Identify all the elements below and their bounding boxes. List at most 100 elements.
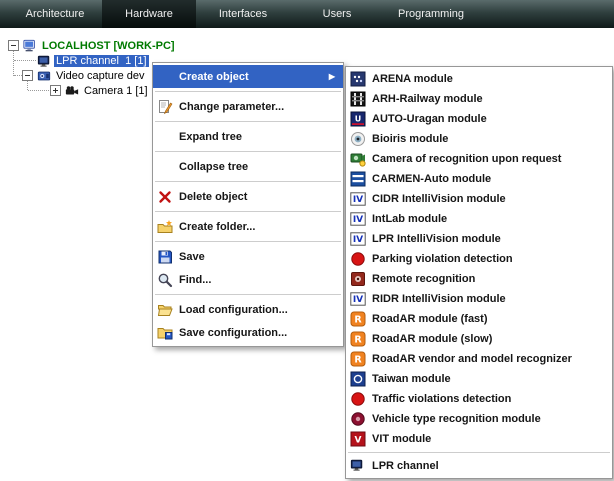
menu-item-taiwan-module[interactable]: Taiwan module — [346, 369, 612, 389]
collapse-toggle-icon[interactable] — [22, 70, 33, 81]
tree-item-label[interactable]: LOCALHOST [WORK-PC] — [40, 40, 177, 52]
menu-separator — [155, 211, 341, 212]
tab-programming[interactable]: Programming — [384, 0, 478, 28]
menu-item-label: Remote recognition — [372, 273, 606, 285]
menu-item-auto-uragan-module[interactable]: U AUTO-Uragan module — [346, 109, 612, 129]
tree-item-camera-1-1[interactable]: Camera 1 [1] — [50, 83, 150, 98]
menu-item-roadar-module-fast[interactable]: RRoadAR module (fast) — [346, 309, 612, 329]
menu-item-roadar-vendor-and-model-recognizer[interactable]: RRoadAR vendor and model recognizer — [346, 349, 612, 369]
icon-placeholder — [157, 159, 173, 175]
menu-item-create-object[interactable]: Create object▶ — [153, 65, 343, 88]
collapse-toggle-icon[interactable] — [8, 40, 19, 51]
menu-item-save-configuration[interactable]: Save configuration... — [153, 321, 343, 344]
menu-separator — [155, 151, 341, 152]
tree-item-lpr-channel-1-1[interactable]: LPR channel 1 [1] — [22, 53, 149, 68]
camera-request-icon — [350, 151, 366, 167]
app-window: ArchitectureHardwareInterfacesUsersProgr… — [0, 0, 614, 481]
icon-placeholder — [157, 129, 173, 145]
menu-item-load-configuration[interactable]: Load configuration... — [153, 298, 343, 321]
menu-item-find[interactable]: Find... — [153, 268, 343, 291]
menu-item-label: Parking violation detection — [372, 253, 606, 265]
menu-item-remote-recognition[interactable]: Remote recognition — [346, 269, 612, 289]
menu-item-label: RoadAR module (fast) — [372, 313, 606, 325]
tab-hardware[interactable]: Hardware — [102, 0, 196, 28]
red-dot-icon — [350, 391, 366, 407]
intellivision-icon: IV — [350, 191, 366, 207]
camera-icon — [65, 84, 79, 98]
tree-connector — [13, 51, 14, 76]
menu-item-label: AUTO-Uragan module — [372, 113, 606, 125]
context-menu: Create object▶ Change parameter... Expand … — [152, 62, 344, 347]
menu-item-label: Taiwan module — [372, 373, 606, 385]
tree-item-label[interactable]: Video capture dev — [54, 70, 146, 82]
menu-item-label: Create object — [179, 71, 323, 83]
intellivision-icon: IV — [350, 211, 366, 227]
menu-item-arena-module[interactable]: ARENA module — [346, 69, 612, 89]
menu-item-label: Bioiris module — [372, 133, 606, 145]
menu-item-label: Save configuration... — [179, 327, 337, 339]
menu-item-label: VIT module — [372, 433, 606, 445]
menu-item-label: LPR channel — [372, 460, 606, 472]
tree-item-label[interactable]: LPR channel 1 [1] — [54, 55, 149, 67]
tab-architecture[interactable]: Architecture — [8, 0, 102, 28]
menu-item-lpr-intellivision-module[interactable]: IVLPR IntelliVision module — [346, 229, 612, 249]
tab-interfaces[interactable]: Interfaces — [196, 0, 290, 28]
menu-item-label: IntLab module — [372, 213, 606, 225]
tab-users[interactable]: Users — [290, 0, 384, 28]
menu-item-label: RIDR IntelliVision module — [372, 293, 606, 305]
lpr-device-icon — [37, 54, 51, 68]
save-config-icon — [157, 325, 173, 341]
menu-item-carmen-auto-module[interactable]: CARMEN-Auto module — [346, 169, 612, 189]
create-object-submenu: ARENA module ARH-Railway module U AUTO-Urag… — [345, 66, 613, 479]
tree-item-localhost-work-pc[interactable]: LOCALHOST [WORK-PC] — [8, 38, 177, 53]
menu-item-arh-railway-module[interactable]: ARH-Railway module — [346, 89, 612, 109]
menu-item-label: Find... — [179, 274, 337, 286]
remote-icon — [350, 271, 366, 287]
menu-item-vit-module[interactable]: VVIT module — [346, 429, 612, 449]
menu-item-ridr-intellivision-module[interactable]: IV RIDR IntelliVision module — [346, 289, 612, 309]
delete-object-icon — [157, 189, 173, 205]
menu-item-label: Load configuration... — [179, 304, 337, 316]
menu-separator — [155, 181, 341, 182]
menu-item-cidr-intellivision-module[interactable]: IVCIDR IntelliVision module — [346, 189, 612, 209]
computer-icon — [23, 39, 37, 53]
menu-item-label: Vehicle type recognition module — [372, 413, 606, 425]
tree-connector — [14, 75, 22, 76]
load-config-icon — [157, 302, 173, 318]
menu-item-lpr-channel[interactable]: LPR channel — [346, 456, 612, 476]
menu-item-roadar-module-slow[interactable]: RRoadAR module (slow) — [346, 329, 612, 349]
create-folder-icon — [157, 219, 173, 235]
tree-item-label[interactable]: Camera 1 [1] — [82, 85, 150, 97]
menu-item-label: Delete object — [179, 191, 337, 203]
svg-text:IV: IV — [353, 235, 363, 245]
intellivision-icon: IV — [350, 231, 366, 247]
menu-item-parking-violation-detection[interactable]: Parking violation detection — [346, 249, 612, 269]
menu-item-create-folder[interactable]: Create folder... — [153, 215, 343, 238]
svg-text:IV: IV — [353, 295, 363, 305]
menu-separator — [155, 241, 341, 242]
menu-item-label: Camera of recognition upon request — [372, 153, 606, 165]
tree-item-video-capture-dev[interactable]: Video capture dev — [22, 68, 146, 83]
railway-icon — [350, 91, 366, 107]
menu-item-bioiris-module[interactable]: Bioiris module — [346, 129, 612, 149]
svg-text:U: U — [355, 115, 362, 124]
menu-item-change-parameter[interactable]: Change parameter... — [153, 95, 343, 118]
menu-item-traffic-violations-detection[interactable]: Traffic violations detection — [346, 389, 612, 409]
menu-item-label: Create folder... — [179, 221, 337, 233]
menu-item-expand-tree[interactable]: Expand tree — [153, 125, 343, 148]
menu-separator — [348, 452, 610, 453]
menu-item-label: Change parameter... — [179, 101, 337, 113]
menu-separator — [155, 294, 341, 295]
menu-item-label: ARH-Railway module — [372, 93, 606, 105]
svg-text:IV: IV — [353, 195, 363, 205]
menu-item-label: CARMEN-Auto module — [372, 173, 606, 185]
menu-item-camera-of-recognition-upon-request[interactable]: Camera of recognition upon request — [346, 149, 612, 169]
menu-item-intlab-module[interactable]: IV IntLab module — [346, 209, 612, 229]
menu-item-label: Expand tree — [179, 131, 337, 143]
expand-toggle-icon[interactable] — [50, 85, 61, 96]
menu-item-collapse-tree[interactable]: Collapse tree — [153, 155, 343, 178]
tree-connector — [28, 90, 49, 91]
menu-item-vehicle-type-recognition-module[interactable]: Vehicle type recognition module — [346, 409, 612, 429]
menu-item-delete-object[interactable]: Delete object — [153, 185, 343, 208]
menu-item-save[interactable]: Save — [153, 245, 343, 268]
